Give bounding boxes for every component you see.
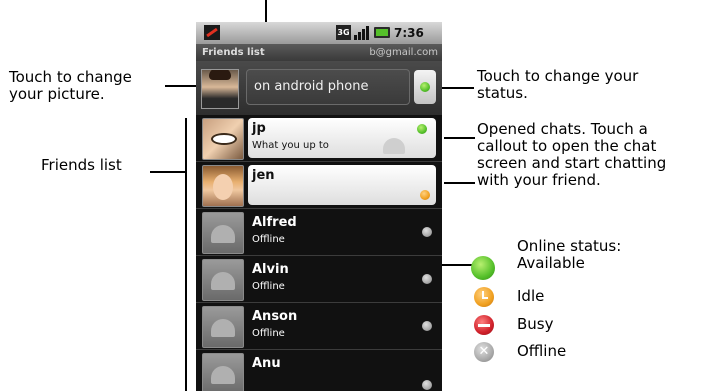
avatar bbox=[202, 212, 244, 254]
available-status-icon bbox=[471, 256, 495, 280]
friends-list-annotation: Friends list bbox=[41, 156, 122, 174]
friends-list-bracket bbox=[185, 118, 187, 391]
legend-title: Online status: Available bbox=[517, 237, 622, 272]
idle-status-icon bbox=[474, 287, 494, 307]
my-avatar[interactable] bbox=[201, 69, 239, 109]
chats-annotation: Opened chats. Touch a callout to open th… bbox=[477, 120, 667, 189]
title-bar: Friends list b@gmail.com bbox=[196, 44, 442, 61]
offline-status-icon bbox=[422, 380, 432, 390]
signal-icon bbox=[354, 25, 370, 40]
friend-status-text: Offline bbox=[252, 281, 285, 292]
page-title: Friends list bbox=[202, 47, 265, 58]
missed-call-icon bbox=[204, 25, 220, 40]
list-item[interactable]: jp What you up to bbox=[196, 115, 442, 162]
chats-callout-line-1 bbox=[444, 137, 475, 139]
avatar bbox=[202, 306, 244, 348]
friend-name: Alfred bbox=[252, 215, 297, 230]
list-item[interactable]: Alfred Offline bbox=[196, 209, 442, 256]
picture-annotation: Touch to change your picture. bbox=[9, 68, 132, 103]
picture-callout-line bbox=[165, 85, 199, 87]
friends-list-callout-line bbox=[150, 171, 186, 173]
status-annotation: Touch to change your status. bbox=[477, 67, 639, 102]
phone-screen: 3G 7:36 AM Friends list b@gmail.com on a… bbox=[196, 22, 442, 391]
friend-status-text: Offline bbox=[252, 234, 285, 245]
legend-offline-label: Offline bbox=[517, 342, 567, 360]
my-status-bar: on android phone bbox=[196, 61, 442, 115]
friend-name: Anson bbox=[252, 309, 298, 324]
legend-busy-label: Busy bbox=[517, 315, 554, 333]
battery-icon bbox=[374, 27, 390, 38]
legend-idle-label: Idle bbox=[517, 287, 545, 305]
list-item[interactable]: jen bbox=[196, 162, 442, 209]
chat-callout[interactable] bbox=[248, 118, 436, 158]
chats-callout-line-2 bbox=[444, 182, 475, 184]
network-icon: 3G bbox=[336, 25, 351, 40]
status-callout-line bbox=[441, 87, 474, 89]
list-item[interactable]: Alvin Offline bbox=[196, 256, 442, 303]
status-bar: 3G 7:36 AM bbox=[196, 22, 442, 56]
change-status-button[interactable] bbox=[414, 70, 436, 104]
avatar bbox=[202, 118, 244, 160]
offline-status-icon bbox=[422, 274, 432, 284]
friend-name: jen bbox=[252, 168, 275, 183]
idle-status-icon bbox=[420, 190, 430, 200]
friend-name: Alvin bbox=[252, 262, 289, 277]
offline-status-icon bbox=[422, 321, 432, 331]
chat-callout[interactable] bbox=[248, 165, 436, 205]
friend-name: jp bbox=[252, 121, 266, 136]
available-status-icon bbox=[420, 82, 430, 92]
friend-name: Anu bbox=[252, 356, 281, 371]
status-message-input[interactable]: on android phone bbox=[246, 69, 410, 105]
offline-status-icon bbox=[422, 227, 432, 237]
offline-status-icon: ✕ bbox=[474, 342, 494, 362]
android-watermark-icon bbox=[383, 138, 405, 154]
status-message-text: on android phone bbox=[254, 79, 369, 94]
list-item[interactable]: Anu bbox=[196, 350, 442, 391]
friend-status-text: Offline bbox=[252, 328, 285, 339]
avatar bbox=[202, 165, 244, 207]
account-email: b@gmail.com bbox=[369, 47, 438, 58]
avatar bbox=[202, 353, 244, 391]
friend-status-text: What you up to bbox=[252, 140, 329, 151]
avatar bbox=[202, 259, 244, 301]
list-item[interactable]: Anson Offline bbox=[196, 303, 442, 350]
busy-status-icon bbox=[474, 315, 494, 335]
available-status-icon bbox=[417, 124, 427, 134]
